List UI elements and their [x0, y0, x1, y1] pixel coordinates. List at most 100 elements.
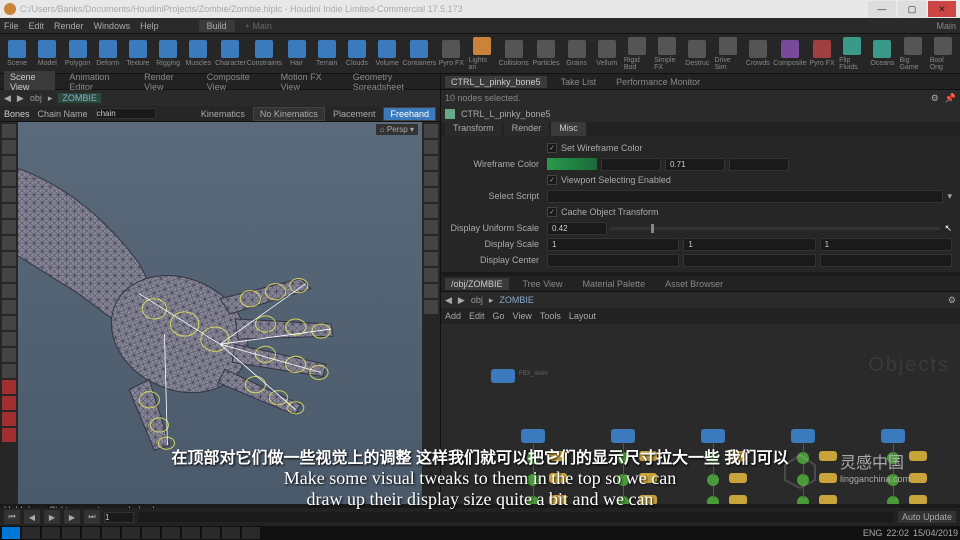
node-ctrl[interactable] [611, 429, 635, 443]
select-tool-icon[interactable] [2, 124, 16, 138]
display-option-icon[interactable] [424, 252, 438, 266]
node-null[interactable] [909, 473, 927, 483]
snap-tool-icon[interactable] [2, 412, 16, 426]
node-null[interactable] [729, 451, 747, 461]
netmenu-add[interactable]: Add [445, 311, 461, 321]
path-obj[interactable]: obj [30, 93, 42, 103]
display-option-icon[interactable] [424, 284, 438, 298]
display-option-icon[interactable] [424, 140, 438, 154]
menu-render[interactable]: Render [54, 21, 84, 31]
shelf-terrain[interactable]: Terrain [314, 36, 340, 72]
task-icon[interactable] [182, 527, 200, 539]
shelf-volume[interactable]: Volume [374, 36, 400, 72]
node-ctrl[interactable] [881, 429, 905, 443]
node-null[interactable] [819, 495, 837, 504]
shelf-big-game[interactable]: Big Game [899, 36, 925, 72]
dispscale-y[interactable] [683, 238, 815, 251]
node-null[interactable] [909, 495, 927, 504]
param-tab-perf[interactable]: Performance Monitor [610, 76, 706, 88]
display-option-icon[interactable] [424, 204, 438, 218]
display-option-icon[interactable] [424, 220, 438, 234]
display-option-icon[interactable] [424, 268, 438, 282]
display-option-icon[interactable] [424, 236, 438, 250]
dispscale-z[interactable] [820, 238, 952, 251]
wirecolor-r[interactable] [601, 158, 661, 171]
node-null[interactable] [549, 451, 567, 461]
dispuni-slider[interactable] [611, 227, 940, 230]
dispcenter-y[interactable] [683, 254, 815, 267]
shelf-collisions[interactable]: Collisions [499, 36, 529, 72]
tool-icon[interactable] [2, 284, 16, 298]
node-null[interactable] [639, 473, 657, 483]
node-ctrl[interactable] [791, 429, 815, 443]
maximize-button[interactable]: ▢ [898, 1, 926, 17]
tool-icon[interactable] [2, 252, 16, 266]
node-null[interactable] [729, 473, 747, 483]
node[interactable] [491, 369, 515, 383]
pin-icon[interactable]: 📌 [945, 93, 956, 104]
shelf-scene[interactable]: Scene [4, 36, 30, 72]
param-tab-take[interactable]: Take List [555, 76, 603, 88]
viewsel-check[interactable]: ✓ [547, 175, 557, 185]
shelf-rigid-bod[interactable]: Rigid Bod [624, 36, 650, 72]
tool-icon[interactable] [2, 268, 16, 282]
shelf-grains[interactable]: Grains [563, 36, 589, 72]
shelf-clouds[interactable]: Clouds [344, 36, 370, 72]
task-icon[interactable] [62, 527, 80, 539]
shelf-flip-fluids[interactable]: Flip Fluids [839, 36, 865, 72]
shelf-oceans[interactable]: Oceans [869, 36, 895, 72]
shelf-pyro-fx[interactable]: Pyro FX [809, 36, 835, 72]
timeline-track[interactable] [138, 512, 894, 522]
prev-frame-icon[interactable]: ◀ [24, 510, 40, 524]
node-null[interactable] [819, 473, 837, 483]
dispuni-input[interactable] [547, 222, 607, 235]
node-ctrl[interactable] [701, 429, 725, 443]
color-swatch[interactable] [547, 158, 597, 170]
snap-tool-icon[interactable] [2, 380, 16, 394]
tool-icon[interactable] [2, 300, 16, 314]
3d-viewport[interactable]: ⌂ Persp ▾ [0, 122, 440, 504]
ptab-misc[interactable]: Misc [551, 122, 586, 136]
node-null[interactable] [909, 451, 927, 461]
node-null[interactable] [729, 495, 747, 504]
dispscale-x[interactable] [547, 238, 679, 251]
netmenu-tools[interactable]: Tools [540, 311, 561, 321]
shelf-drive-sim[interactable]: Drive Sim [714, 36, 740, 72]
shelf-polygon[interactable]: Polygon [64, 36, 90, 72]
task-icon[interactable] [222, 527, 240, 539]
tool-icon[interactable] [2, 316, 16, 330]
nettab-tree[interactable]: Tree View [517, 278, 569, 290]
first-frame-icon[interactable]: ⏮ [4, 510, 20, 524]
rotate-tool-icon[interactable] [2, 156, 16, 170]
shelf-destruc[interactable]: Destruc [684, 36, 710, 72]
display-option-icon[interactable] [424, 300, 438, 314]
shelf-vellum[interactable]: Vellum [594, 36, 620, 72]
shelf-simple-fx[interactable]: Simple FX [654, 36, 680, 72]
path-node[interactable]: ZOMBIE [58, 93, 101, 103]
shelf-crowds[interactable]: Crowds [745, 36, 771, 72]
dispcenter-x[interactable] [547, 254, 679, 267]
move-tool-icon[interactable] [2, 140, 16, 154]
task-icon[interactable] [202, 527, 220, 539]
frame-input[interactable] [104, 512, 134, 523]
param-tab-ctrl[interactable]: CTRL_L_pinky_bone5 [445, 76, 547, 88]
node-null[interactable] [549, 495, 567, 504]
minimize-button[interactable]: — [868, 1, 896, 17]
shelf-lights-an[interactable]: Lights an [468, 36, 494, 72]
shelf-containers[interactable]: Containers [404, 36, 434, 72]
desktop-build[interactable]: Build [199, 20, 235, 32]
display-option-icon[interactable] [424, 156, 438, 170]
tool-icon[interactable] [2, 204, 16, 218]
scale-tool-icon[interactable] [2, 172, 16, 186]
shelf-rigging[interactable]: Rigging [155, 36, 181, 72]
netpath-obj[interactable]: obj [471, 295, 483, 305]
display-option-icon[interactable] [424, 188, 438, 202]
dispcenter-z[interactable] [820, 254, 952, 267]
shelf-deform[interactable]: Deform [95, 36, 121, 72]
nav-fwd-icon[interactable]: ▶ [458, 295, 465, 306]
nav-back-icon[interactable]: ◀ [4, 93, 11, 104]
snap-tool-icon[interactable] [2, 428, 16, 442]
shelf-bool-orig[interactable]: Bool Orig [930, 36, 956, 72]
net-opt-icon[interactable]: ⚙ [948, 295, 956, 306]
task-icon[interactable] [42, 527, 60, 539]
